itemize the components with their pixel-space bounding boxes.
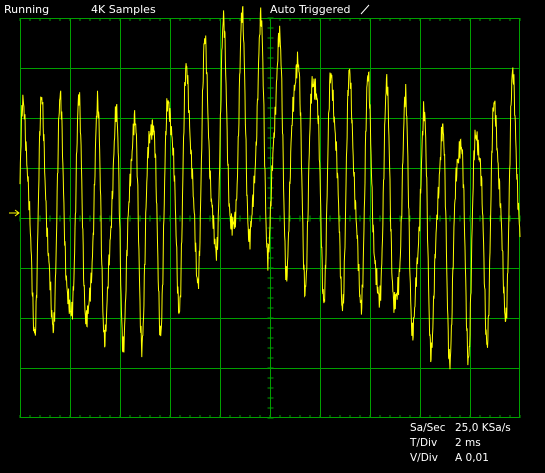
rising-edge-icon — [360, 4, 370, 15]
trigger-mode-label: Auto Triggered — [270, 3, 351, 16]
run-status-label: Running — [4, 3, 50, 16]
sample-rate-value: 25,0 KSa/s — [455, 422, 511, 434]
time-div-row: T/Div 2 ms — [410, 436, 511, 451]
oscilloscope-screen: Running 4K Samples Auto Triggered Sa/Sec… — [0, 0, 545, 473]
volt-div-label: V/Div — [410, 452, 438, 464]
channel-ground-marker — [9, 209, 20, 217]
time-div-label: T/Div — [410, 437, 438, 449]
measurement-readout: Sa/Sec 25,0 KSa/s T/Div 2 ms V/Div A 0,01 — [410, 421, 511, 466]
volt-div-value: A 0,01 — [455, 452, 489, 464]
sample-rate-row: Sa/Sec 25,0 KSa/s — [410, 421, 511, 436]
sample-count-label: 4K Samples — [91, 3, 156, 16]
time-div-value: 2 ms — [455, 437, 481, 449]
sample-rate-label: Sa/Sec — [410, 422, 446, 434]
volt-div-row: V/Div A 0,01 — [410, 451, 511, 466]
oscilloscope-plot — [9, 6, 521, 419]
ground-arrow-icon — [9, 209, 20, 217]
